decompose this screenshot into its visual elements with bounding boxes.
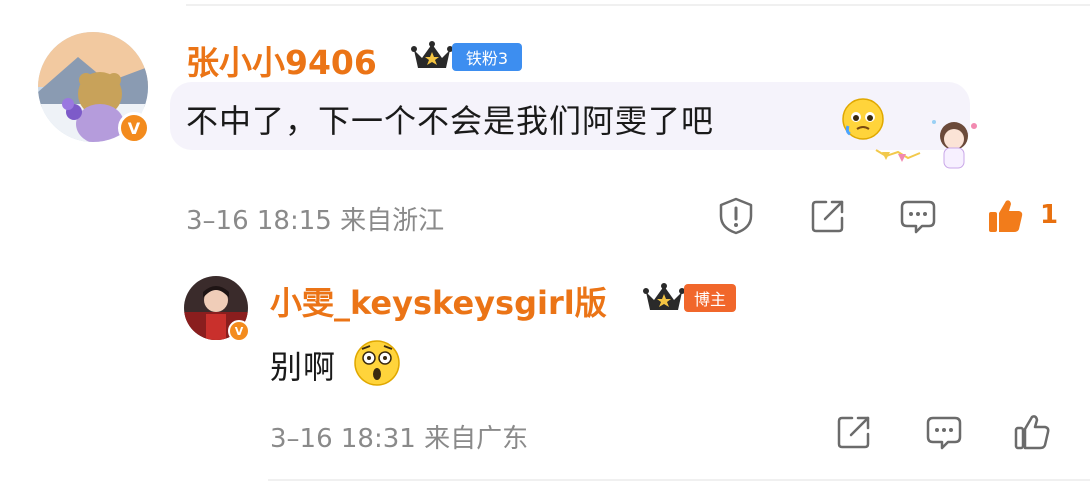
comment-username[interactable]: 张小小9406 [186, 36, 377, 84]
reply-text: 别啊 [270, 348, 337, 386]
author-badge: 博主 [684, 284, 736, 312]
comment-icon[interactable] [898, 196, 938, 236]
like-icon[interactable] [986, 196, 1026, 236]
avatar[interactable]: V [38, 32, 150, 144]
verified-badge: V [118, 112, 150, 144]
report-icon[interactable] [716, 196, 756, 236]
divider-top [186, 4, 1090, 6]
astonished-face-icon [354, 340, 400, 386]
like-icon[interactable] [1012, 412, 1052, 452]
like-count: 1 [1040, 200, 1059, 230]
divider-bottom [268, 479, 1090, 481]
verified-badge: V [228, 320, 250, 342]
comment-text: 不中了，下一个不会是我们阿雯了吧 [186, 102, 715, 140]
comment-meta: 3–16 18:15 来自浙江 [186, 206, 445, 236]
fan-level-badge: 铁粉3 [452, 43, 522, 71]
reply-meta: 3–16 18:31 来自广东 [270, 424, 529, 454]
anime-girl-sticker-icon [875, 120, 977, 169]
crown-icon [411, 41, 453, 68]
reply-username[interactable]: 小雯_keyskeysgirl版 [270, 278, 607, 324]
comment-icon[interactable] [924, 412, 964, 452]
share-icon[interactable] [834, 412, 874, 452]
crown-icon [643, 283, 685, 310]
share-icon[interactable] [808, 196, 848, 236]
reply-avatar[interactable]: V [184, 276, 250, 342]
